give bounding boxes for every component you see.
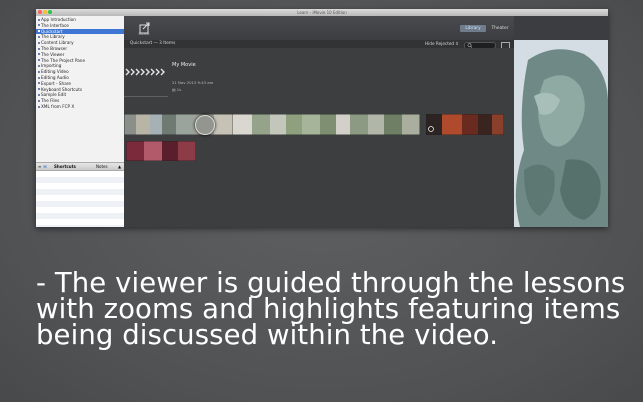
- shortcuts-icon[interactable]: ⌘: [43, 163, 47, 170]
- film-icon: ▤ 1s: [172, 87, 182, 92]
- lesson-label: The Files: [41, 98, 60, 104]
- share-button[interactable]: Share: [134, 19, 154, 38]
- lesson-label: Content Library: [41, 40, 74, 46]
- lesson-label: Quickstart: [41, 28, 63, 34]
- lesson-label: Editing Audio: [41, 74, 69, 80]
- viewer-image: [514, 40, 608, 227]
- toolbar: Share Library Theater: [124, 16, 514, 41]
- lesson-item[interactable]: XML from FCP X: [36, 104, 124, 110]
- lesson-bullet-icon: [38, 82, 40, 85]
- lesson-bullet-icon: [38, 105, 40, 108]
- lesson-label: XML from FCP X: [41, 103, 75, 109]
- lesson-label: Importing: [41, 63, 62, 69]
- project-thumbnail[interactable]: [124, 56, 168, 96]
- lesson-bullet-icon: [38, 88, 40, 91]
- viewer-pane: [514, 40, 608, 227]
- tab-theater[interactable]: Theater: [488, 25, 512, 32]
- lesson-bullet-icon: [38, 36, 40, 39]
- lesson-bullet-icon: [38, 94, 40, 97]
- sidebar-tab-bar: ≡ ⌘ Shortcuts Notes ▲: [36, 162, 124, 171]
- collapse-arrow-icon[interactable]: ▲: [118, 163, 121, 170]
- notes-area[interactable]: [36, 171, 124, 227]
- clip-filmstrip[interactable]: [124, 114, 234, 135]
- tab-shortcuts[interactable]: Shortcuts: [54, 163, 76, 170]
- breadcrumb: Quickstart — 3 Items: [130, 41, 176, 46]
- lesson-list: App Introduction The Interface Quickstart T…: [36, 17, 124, 110]
- lesson-label: The The Project Pane: [41, 57, 86, 63]
- lesson-bullet-icon: [38, 18, 40, 21]
- lesson-bullet-icon: [38, 70, 40, 73]
- lesson-label: The Browser: [41, 45, 68, 51]
- slide-caption: - The viewer is guided through the lesso…: [36, 267, 626, 351]
- zoom-highlight: [195, 115, 215, 135]
- lesson-label: Sample Edit: [41, 92, 67, 98]
- lesson-bullet-icon: [38, 99, 40, 102]
- clip-filmstrip[interactable]: [232, 114, 420, 135]
- lesson-label: Editing Video: [41, 69, 69, 75]
- clip-filmstrip[interactable]: [426, 114, 504, 135]
- lesson-bullet-icon: [38, 47, 40, 50]
- imovie-window: Learn - iMovie 10 Edition App Introducti…: [36, 9, 608, 227]
- lesson-bullet-icon: [38, 76, 40, 79]
- lesson-bullet-icon: [38, 24, 40, 27]
- tab-notes[interactable]: Notes: [96, 163, 108, 170]
- divider: [124, 96, 168, 97]
- lesson-bullet-icon: [38, 53, 40, 56]
- project-date: 21 Nov 2013 9:43 am: [172, 80, 214, 85]
- lesson-bullet-icon: [38, 30, 40, 33]
- browser-pane: My Movie 21 Nov 2013 9:43 am ▤ 1s: [124, 48, 514, 227]
- lesson-bullet-icon: [38, 65, 40, 68]
- share-label: Share: [138, 31, 150, 36]
- window-title: Learn - iMovie 10 Edition: [297, 10, 347, 15]
- list-icon[interactable]: ≡: [38, 163, 41, 170]
- tab-library[interactable]: Library: [460, 25, 486, 32]
- lesson-sidebar: App Introduction The Interface Quickstart T…: [36, 16, 125, 227]
- lesson-label: Export - Share: [41, 80, 71, 86]
- clip-filmstrip[interactable]: [126, 141, 196, 161]
- lesson-label: Keyboard Shortcuts: [41, 86, 83, 92]
- lesson-label: The Library: [41, 34, 65, 40]
- lesson-bullet-icon: [38, 41, 40, 44]
- lesson-label: App Introduction: [41, 17, 76, 22]
- hide-rejected-select[interactable]: Hide Rejected ⇕: [425, 40, 459, 48]
- search-icon: [467, 42, 473, 48]
- lesson-label: The Viewer: [41, 51, 65, 57]
- lesson-label: The Interface: [41, 22, 69, 28]
- lesson-bullet-icon: [38, 59, 40, 62]
- viewer-toolbar: [514, 16, 608, 40]
- project-title[interactable]: My Movie: [172, 62, 196, 68]
